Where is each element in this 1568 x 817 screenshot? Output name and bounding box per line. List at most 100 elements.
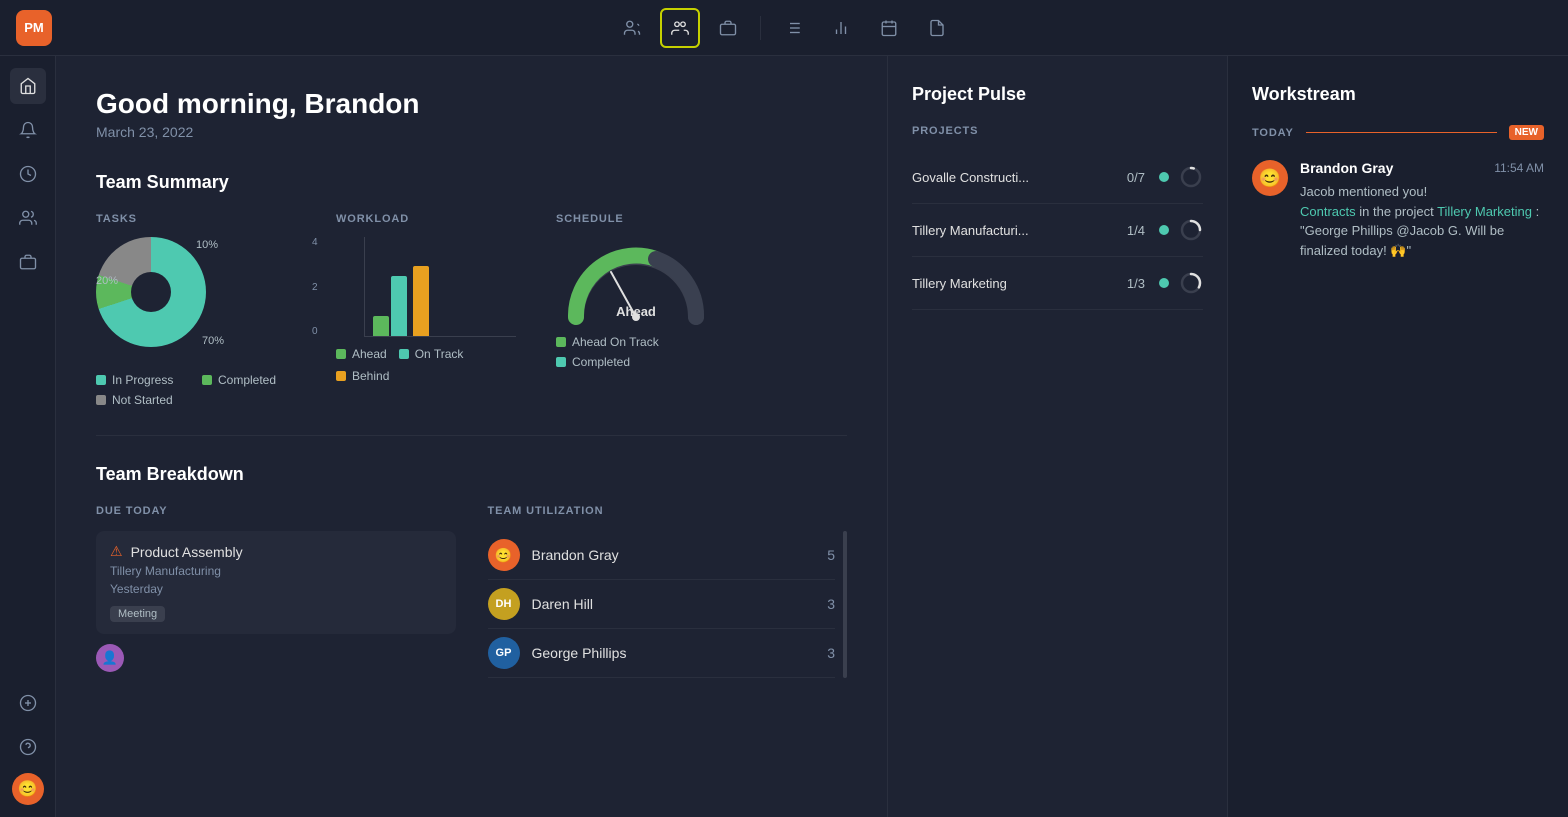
nav-divider [760, 16, 761, 40]
project-row-tillery-mfg[interactable]: Tillery Manufacturi... 1/4 [912, 204, 1203, 257]
pie-label-70pct: 70% [202, 335, 224, 347]
legend-dot-behind [336, 371, 346, 381]
progress-ring-tillery-mktg [1179, 271, 1203, 295]
ws-link-contracts[interactable]: Contracts [1300, 204, 1356, 219]
nav-file-btn[interactable] [917, 8, 957, 48]
due-today-label: DUE TODAY [96, 505, 456, 517]
due-today-section: DUE TODAY ⚠ Product Assembly Tillery Man… [96, 505, 456, 678]
bar-chart [364, 237, 516, 337]
util-name-george: George Phillips [532, 645, 816, 661]
workstream-panel: Workstream TODAY NEW 😊 Brandon Gray 11:5… [1228, 56, 1568, 817]
schedule-legend: Ahead On Track Completed [556, 335, 756, 369]
task-item: ⚠ Product Assembly Tillery Manufacturing… [96, 531, 456, 634]
nav-list-btn[interactable] [773, 8, 813, 48]
util-count-daren: 3 [827, 596, 835, 612]
status-dot-govalle [1159, 172, 1169, 182]
util-name-brandon: Brandon Gray [532, 547, 816, 563]
project-pulse-title: Project Pulse [912, 84, 1203, 105]
project-pulse-panel: Project Pulse PROJECTS Govalle Construct… [888, 56, 1228, 817]
project-name-tillery-mktg: Tillery Marketing [912, 276, 1117, 291]
ws-message: Jacob mentioned you! Contracts in the pr… [1300, 182, 1544, 260]
project-name-govalle: Govalle Constructi... [912, 170, 1117, 185]
today-label: TODAY [1252, 127, 1294, 139]
tasks-section: TASKS 10% 20% 70% In Progress [96, 213, 296, 407]
nav-briefcase-btn[interactable] [708, 8, 748, 48]
content-area: Good morning, Brandon March 23, 2022 Tea… [56, 56, 1568, 817]
project-progress-govalle: 0/7 [1127, 170, 1145, 185]
project-progress-tillery-mfg: 1/4 [1127, 223, 1145, 238]
legend-dot-ahead-ontrack [556, 337, 566, 347]
util-item-george: GP George Phillips 3 [488, 629, 836, 678]
nav-people-btn[interactable] [612, 8, 652, 48]
legend-dot-not-started [96, 395, 106, 405]
page-date: March 23, 2022 [96, 124, 847, 140]
util-scrollbar[interactable] [843, 531, 847, 678]
legend-dot-ahead [336, 349, 346, 359]
top-nav: PM [0, 0, 1568, 56]
pie-center [131, 272, 171, 312]
sidebar-item-projects[interactable] [10, 244, 46, 280]
team-utilization-section: TEAM UTILIZATION 😊 Brandon Gray 5 DH [488, 505, 848, 678]
util-item-brandon: 😊 Brandon Gray 5 [488, 531, 836, 580]
workstream-item: 😊 Brandon Gray 11:54 AM Jacob mentioned … [1252, 160, 1544, 260]
team-summary-title: Team Summary [96, 172, 847, 193]
section-divider [96, 435, 847, 436]
timeline-header: TODAY NEW [1252, 125, 1544, 140]
team-summary-grid: TASKS 10% 20% 70% In Progress [96, 213, 847, 407]
sidebar-item-people[interactable] [10, 200, 46, 236]
nav-calendar-btn[interactable] [869, 8, 909, 48]
sidebar-item-notifications[interactable] [10, 112, 46, 148]
status-dot-tillery-mfg [1159, 225, 1169, 235]
legend-ahead-ontrack: Ahead On Track [556, 335, 756, 349]
task-project: Tillery Manufacturing [110, 564, 442, 578]
legend-dot-completed [202, 375, 212, 385]
project-row-tillery-mktg[interactable]: Tillery Marketing 1/3 [912, 257, 1203, 310]
pie-label-10pct: 10% [196, 239, 218, 251]
workload-section: WORKLOAD 4 2 0 [336, 213, 516, 383]
sidebar-item-home[interactable] [10, 68, 46, 104]
tasks-pie-chart [96, 237, 206, 347]
partial-avatar: 👤 [96, 644, 124, 672]
util-name-daren: Daren Hill [532, 596, 816, 612]
workstream-title: Workstream [1252, 84, 1544, 105]
bar-group-2 [413, 266, 429, 336]
status-dot-tillery-mktg [1159, 278, 1169, 288]
bar-ahead [373, 316, 389, 336]
ws-time: 11:54 AM [1494, 161, 1544, 175]
workload-legend: Ahead On Track Behind [336, 347, 516, 383]
app-logo[interactable]: PM [16, 10, 52, 46]
ws-content: Brandon Gray 11:54 AM Jacob mentioned yo… [1300, 160, 1544, 260]
legend-behind: Behind [336, 369, 389, 383]
team-breakdown-grid: DUE TODAY ⚠ Product Assembly Tillery Man… [96, 505, 847, 678]
util-avatar-daren: DH [488, 588, 520, 620]
ws-link-tillery[interactable]: Tillery Marketing [1437, 204, 1532, 219]
pie-legend: In Progress Completed Not Started [96, 373, 296, 407]
task-name: Product Assembly [131, 544, 243, 560]
team-util-list: 😊 Brandon Gray 5 DH Daren Hill 3 [488, 531, 836, 678]
page-title: Good morning, Brandon [96, 88, 847, 120]
util-avatar-george: GP [488, 637, 520, 669]
nav-chart-btn[interactable] [821, 8, 861, 48]
user-avatar[interactable]: 😊 [12, 773, 44, 805]
project-row-govalle[interactable]: Govalle Constructi... 0/7 [912, 151, 1203, 204]
y-axis: 4 2 0 [312, 237, 318, 337]
sidebar: 😊 [0, 56, 56, 817]
progress-ring-tillery-mfg [1179, 218, 1203, 242]
ws-name: Brandon Gray [1300, 160, 1393, 176]
sidebar-item-help[interactable] [10, 729, 46, 765]
util-avatar-brandon: 😊 [488, 539, 520, 571]
legend-on-track: On Track [399, 347, 464, 361]
sidebar-item-history[interactable] [10, 156, 46, 192]
sidebar-bottom: 😊 [10, 685, 46, 805]
team-util-container: 😊 Brandon Gray 5 DH Daren Hill 3 [488, 531, 848, 678]
sidebar-item-add[interactable] [10, 685, 46, 721]
nav-team-btn[interactable] [660, 8, 700, 48]
progress-ring-govalle [1179, 165, 1203, 189]
util-count-brandon: 5 [827, 547, 835, 563]
legend-completed: Completed [202, 373, 296, 387]
schedule-status: Ahead [616, 304, 656, 319]
bar-ontrack [391, 276, 407, 336]
project-name-tillery-mfg: Tillery Manufacturi... [912, 223, 1117, 238]
legend-ahead: Ahead [336, 347, 387, 361]
legend-dot-schedule-completed [556, 357, 566, 367]
